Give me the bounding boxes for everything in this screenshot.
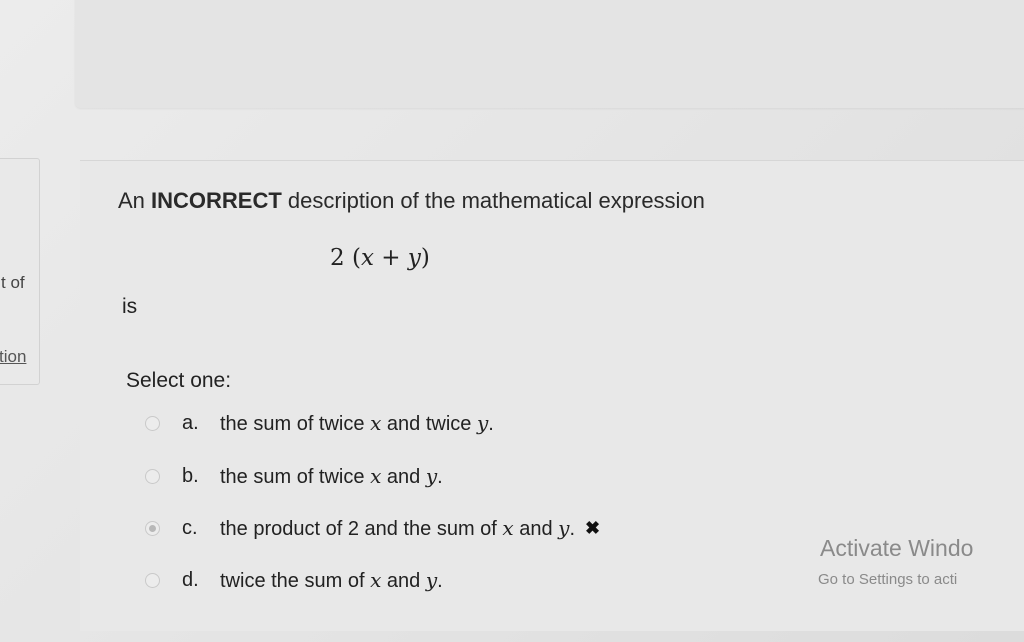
radio-button-selected[interactable] (145, 521, 160, 536)
expr-plus: + (373, 245, 408, 271)
prompt-prefix: An (118, 188, 152, 213)
is-label: is (122, 295, 138, 318)
expr-var-x: x (360, 245, 374, 271)
quiz-navigation-sidebar: t of tion (0, 158, 40, 385)
radio-button[interactable] (145, 469, 160, 484)
option-letter: b. (182, 465, 199, 487)
option-letter: c. (182, 517, 198, 539)
answer-option-c[interactable]: c. the product of 2 and the sum of x and… (145, 516, 600, 541)
answer-option-d[interactable]: d. twice the sum of x and y. (145, 568, 443, 593)
option-letter: a. (182, 412, 199, 434)
expr-open-paren: ( (351, 245, 361, 271)
select-one-label: Select one: (126, 369, 232, 392)
previous-question-panel (75, 0, 1024, 108)
sidebar-link-fragment[interactable]: tion (0, 347, 26, 367)
expr-coefficient: 2 (330, 245, 345, 271)
prompt-suffix: description of the mathematical expressi… (281, 188, 705, 213)
incorrect-mark-icon: ✖ (585, 518, 601, 538)
option-text: twice the sum of x and y. (220, 568, 443, 592)
sidebar-text-fragment: t of (1, 273, 25, 292)
option-text: the sum of twice x and twice y. (220, 411, 494, 435)
expr-close-paren: ) (420, 245, 430, 271)
activation-watermark-title: Activate Windo (820, 535, 974, 561)
option-text: the product of 2 and the sum of x and y. (220, 516, 576, 540)
expr-var-y: y (407, 245, 421, 271)
activation-watermark-subtitle: Go to Settings to acti (818, 571, 958, 588)
answer-option-b[interactable]: b. the sum of twice x and y. (145, 464, 443, 489)
prompt-emphasis: INCORRECT (151, 188, 282, 213)
radio-button[interactable] (145, 573, 160, 588)
math-expression: 2 (x + y) (330, 245, 430, 271)
radio-button[interactable] (145, 416, 160, 431)
option-letter: d. (182, 569, 199, 591)
option-text: the sum of twice x and y. (220, 464, 443, 488)
answer-option-a[interactable]: a. the sum of twice x and twice y. (145, 411, 494, 436)
question-prompt: An INCORRECT description of the mathemat… (118, 188, 705, 214)
